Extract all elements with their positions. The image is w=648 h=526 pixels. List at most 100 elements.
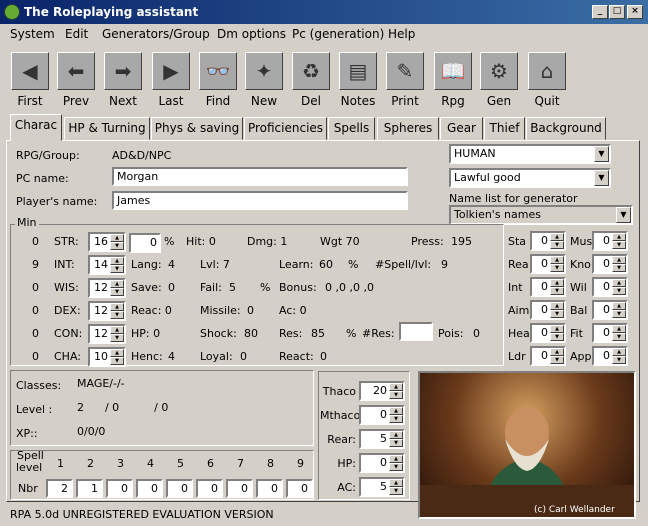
chevron-down-icon[interactable]: ▼ — [594, 170, 609, 186]
player-name-input[interactable]: James — [112, 191, 408, 210]
spin-up-icon[interactable]: ▲ — [612, 348, 626, 356]
stat-spinner-3[interactable]: 12 ▲ ▼ — [88, 301, 126, 321]
spin-down-icon[interactable]: ▼ — [389, 487, 403, 495]
tab-spheres[interactable]: Spheres — [377, 117, 439, 140]
spin-down-icon[interactable]: ▼ — [389, 391, 403, 399]
spin-up-icon[interactable]: ▲ — [110, 280, 124, 288]
menu-system[interactable]: System — [10, 27, 55, 41]
menu-generators[interactable]: Generators/Group — [102, 27, 210, 41]
tab-phys-saving[interactable]: Phys & saving — [151, 117, 243, 140]
spin-up-icon[interactable]: ▲ — [550, 302, 564, 310]
pc-name-input[interactable]: Morgan — [112, 167, 408, 186]
side-stat-spinner[interactable]: 0 ▲ ▼ — [530, 323, 566, 343]
race-select[interactable]: HUMAN ▼ — [449, 144, 611, 164]
str-percent-input[interactable]: 0 — [129, 233, 161, 253]
side-stat-spinner[interactable]: 0 ▲ ▼ — [592, 300, 628, 320]
rpg-button[interactable]: 📖 — [434, 52, 472, 90]
spin-down-icon[interactable]: ▼ — [550, 356, 564, 364]
spin-up-icon[interactable]: ▲ — [612, 302, 626, 310]
menu-pc-generation[interactable]: Pc (generation) — [292, 27, 384, 41]
spell-count-input[interactable]: 0 — [166, 479, 193, 498]
side-stat-spinner[interactable]: 0 ▲ ▼ — [530, 254, 566, 274]
chevron-down-icon[interactable]: ▼ — [594, 146, 609, 162]
spin-up-icon[interactable]: ▲ — [550, 256, 564, 264]
thaco-spinner[interactable]: 0 ▲ ▼ — [359, 453, 405, 473]
close-button[interactable]: × — [627, 5, 643, 19]
spin-down-icon[interactable]: ▼ — [612, 264, 626, 272]
thaco-spinner[interactable]: 20 ▲ ▼ — [359, 381, 405, 401]
spin-up-icon[interactable]: ▲ — [110, 349, 124, 357]
side-stat-spinner[interactable]: 0 ▲ ▼ — [592, 231, 628, 251]
spell-count-input[interactable]: 0 — [196, 479, 223, 498]
tab-spells[interactable]: Spells — [328, 117, 375, 140]
spin-up-icon[interactable]: ▲ — [612, 325, 626, 333]
spell-count-input[interactable]: 0 — [286, 479, 313, 498]
spin-up-icon[interactable]: ▲ — [389, 455, 403, 463]
spin-down-icon[interactable]: ▼ — [550, 241, 564, 249]
spin-up-icon[interactable]: ▲ — [612, 256, 626, 264]
del-button[interactable]: ♻ — [292, 52, 330, 90]
spell-count-input[interactable]: 0 — [226, 479, 253, 498]
stat-spinner-0[interactable]: 16 ▲ ▼ — [88, 232, 126, 252]
spin-up-icon[interactable]: ▲ — [612, 279, 626, 287]
side-stat-spinner[interactable]: 0 ▲ ▼ — [530, 300, 566, 320]
spin-up-icon[interactable]: ▲ — [550, 348, 564, 356]
spin-up-icon[interactable]: ▲ — [389, 383, 403, 391]
side-stat-spinner[interactable]: 0 ▲ ▼ — [530, 346, 566, 366]
new-button[interactable]: ✦ — [245, 52, 283, 90]
spin-up-icon[interactable]: ▲ — [550, 279, 564, 287]
last-button[interactable]: ▶ — [152, 52, 190, 90]
spin-down-icon[interactable]: ▼ — [110, 334, 124, 342]
prev-button[interactable]: ⬅ — [57, 52, 95, 90]
first-button[interactable]: ◀ — [11, 52, 49, 90]
quit-button[interactable]: ⌂ — [528, 52, 566, 90]
spin-up-icon[interactable]: ▲ — [110, 303, 124, 311]
spin-down-icon[interactable]: ▼ — [110, 357, 124, 365]
side-stat-spinner[interactable]: 0 ▲ ▼ — [530, 277, 566, 297]
alignment-select[interactable]: Lawful good ▼ — [449, 168, 611, 188]
tab-thief[interactable]: Thief — [484, 117, 525, 140]
spin-up-icon[interactable]: ▲ — [550, 233, 564, 241]
spin-down-icon[interactable]: ▼ — [110, 288, 124, 296]
namelist-select[interactable]: Tolkien's names ▼ — [449, 205, 633, 225]
spin-down-icon[interactable]: ▼ — [612, 241, 626, 249]
spin-down-icon[interactable]: ▼ — [612, 356, 626, 364]
print-button[interactable]: ✎ — [386, 52, 424, 90]
spin-down-icon[interactable]: ▼ — [389, 463, 403, 471]
spell-count-input[interactable]: 2 — [46, 479, 73, 498]
notes-button[interactable]: ▤ — [339, 52, 377, 90]
tab-background[interactable]: Background — [526, 117, 606, 140]
spin-up-icon[interactable]: ▲ — [110, 326, 124, 334]
spin-up-icon[interactable]: ▲ — [110, 257, 124, 265]
spell-count-input[interactable]: 0 — [136, 479, 163, 498]
thaco-spinner[interactable]: 5 ▲ ▼ — [359, 477, 405, 497]
tab-proficiencies[interactable]: Proficiencies — [244, 117, 327, 140]
stat-spinner-2[interactable]: 12 ▲ ▼ — [88, 278, 126, 298]
spin-down-icon[interactable]: ▼ — [550, 310, 564, 318]
spin-up-icon[interactable]: ▲ — [389, 407, 403, 415]
spin-up-icon[interactable]: ▲ — [612, 233, 626, 241]
gen-button[interactable]: ⚙ — [480, 52, 518, 90]
thaco-spinner[interactable]: 5 ▲ ▼ — [359, 429, 405, 449]
spin-down-icon[interactable]: ▼ — [110, 265, 124, 273]
spin-down-icon[interactable]: ▼ — [550, 333, 564, 341]
spin-down-icon[interactable]: ▼ — [612, 333, 626, 341]
spell-count-input[interactable]: 0 — [256, 479, 283, 498]
spin-up-icon[interactable]: ▲ — [550, 325, 564, 333]
spell-count-input[interactable]: 1 — [76, 479, 103, 498]
tab-charac[interactable]: Charac — [10, 114, 62, 141]
tab-hp-turning[interactable]: HP & Turning — [64, 117, 150, 140]
spin-down-icon[interactable]: ▼ — [550, 264, 564, 272]
spin-down-icon[interactable]: ▼ — [110, 311, 124, 319]
side-stat-spinner[interactable]: 0 ▲ ▼ — [530, 231, 566, 251]
next-button[interactable]: ➡ — [104, 52, 142, 90]
stat-spinner-5[interactable]: 10 ▲ ▼ — [88, 347, 126, 367]
spell-count-input[interactable]: 0 — [106, 479, 133, 498]
spin-down-icon[interactable]: ▼ — [110, 242, 124, 250]
spin-up-icon[interactable]: ▲ — [110, 234, 124, 242]
minimize-button[interactable]: _ — [592, 5, 608, 19]
side-stat-spinner[interactable]: 0 ▲ ▼ — [592, 254, 628, 274]
menu-dm-options[interactable]: Dm options — [217, 27, 286, 41]
side-stat-spinner[interactable]: 0 ▲ ▼ — [592, 323, 628, 343]
stat-spinner-4[interactable]: 12 ▲ ▼ — [88, 324, 126, 344]
